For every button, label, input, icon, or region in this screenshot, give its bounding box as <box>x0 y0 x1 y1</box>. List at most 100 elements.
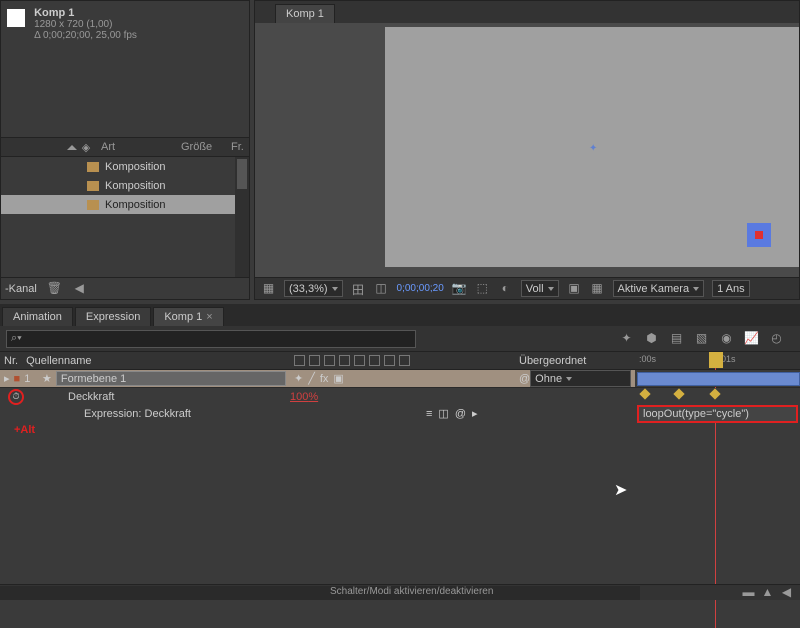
project-item-row[interactable]: Komposition <box>1 195 235 214</box>
keyframe-track[interactable] <box>635 388 800 405</box>
search-input[interactable]: ⌕▾ <box>6 330 416 348</box>
composition-canvas[interactable]: ✦ <box>385 27 799 267</box>
expr-graph-icon[interactable]: ◫ <box>438 407 448 420</box>
project-list-header: ◈ Art Größe Fr. <box>1 137 249 157</box>
size-column-header[interactable]: Größe <box>175 141 225 153</box>
viewer-canvas-area[interactable]: ✦ <box>255 23 799 277</box>
roi-icon[interactable]: ▣ <box>567 281 582 296</box>
pickwhip-icon[interactable]: @ <box>519 373 530 385</box>
composition-viewer: Komp 1 ✦ ▦ (33,3%) 田 ◫ 0;00;00;20 📷 ⬚ ◐ … <box>254 0 800 300</box>
project-item-row[interactable]: Komposition <box>1 176 235 195</box>
alt-hint-annotation: +Alt <box>14 424 35 436</box>
timeline-tabs: Animation Expression Komp 1 × <box>0 304 800 326</box>
chevron-down-icon <box>693 287 699 291</box>
horizontal-scrollbar[interactable] <box>0 586 640 600</box>
frame-blend-icon[interactable]: ▤ <box>669 331 684 346</box>
trash-icon[interactable]: 🗑 <box>47 281 62 296</box>
brainstorm-icon[interactable]: ◉ <box>719 331 734 346</box>
switch-icon[interactable] <box>384 355 395 366</box>
zoom-in-icon[interactable]: ▲ <box>760 585 775 600</box>
layer-row[interactable]: ▸■1 ★Formebene 1 ✦╱fx▣ @Ohne <box>0 370 800 388</box>
parent-dropdown[interactable]: Ohne <box>530 370 631 387</box>
layer-duration-bar[interactable] <box>637 372 800 386</box>
switch-icon[interactable] <box>309 355 320 366</box>
scrollbar-thumb[interactable] <box>237 159 247 189</box>
source-header[interactable]: Quellenname <box>26 355 91 367</box>
tab-label: Komp 1 <box>164 311 202 323</box>
project-item-row[interactable]: Komposition <box>1 157 235 176</box>
graph-editor-icon[interactable]: 📈 <box>744 331 759 346</box>
timeline-tab[interactable]: Expression <box>75 307 151 326</box>
layer-name-field[interactable]: Formebene 1 <box>56 371 286 386</box>
parent-header: Übergeordnet <box>519 355 586 367</box>
switch-icon[interactable]: ╱ <box>308 372 315 385</box>
comp-name: Komp 1 <box>34 7 137 19</box>
time-ruler[interactable]: :00s 01s <box>635 352 800 369</box>
keyframe-icon[interactable] <box>639 388 650 399</box>
status-text: Schalter/Modi aktivieren/deaktivieren <box>330 586 493 597</box>
timeline-panel: Animation Expression Komp 1× ⌕▾ ✦ ⬢ ▤ ▧ … <box>0 304 800 600</box>
snapshot-icon[interactable]: ▦ <box>261 281 276 296</box>
comp-info: Komp 1 1280 x 720 (1,00) Δ 0;00;20;00, 2… <box>1 1 249 47</box>
anchor-point-icon: ✦ <box>589 143 597 151</box>
switch-icon[interactable] <box>324 355 335 366</box>
property-name[interactable]: Deckkraft <box>68 391 114 403</box>
resolution-dropdown[interactable]: Voll <box>521 280 559 297</box>
expression-field[interactable]: loopOut(type="cycle") <box>637 405 798 423</box>
switch-icon[interactable]: fx <box>320 373 329 385</box>
zoom-value: (33,3%) <box>289 283 328 295</box>
expr-enable-icon[interactable]: ≡ <box>426 408 432 420</box>
mask-icon[interactable]: ◫ <box>374 281 389 296</box>
camera-dropdown[interactable]: Aktive Kamera <box>613 280 705 297</box>
timeline-tab[interactable]: Animation <box>2 307 73 326</box>
zoom-dropdown[interactable]: (33,3%) <box>284 280 343 297</box>
motion-blur-icon[interactable]: ▧ <box>694 331 709 346</box>
item-type: Komposition <box>105 180 166 192</box>
comp-duration: Δ 0;00;20;00, 25,00 fps <box>34 30 137 41</box>
switch-icon[interactable] <box>294 355 305 366</box>
fps-column-header[interactable]: Fr. <box>225 141 245 153</box>
switch-icon[interactable]: ✦ <box>294 372 303 385</box>
keyframe-icon[interactable] <box>709 388 720 399</box>
expr-language-icon[interactable]: ▸ <box>472 407 478 420</box>
layer-name: Formebene 1 <box>61 373 126 385</box>
chevron-down-icon <box>548 287 554 291</box>
region-icon[interactable]: ⬚ <box>475 281 490 296</box>
twirl-icon[interactable]: ▸ <box>4 372 10 385</box>
current-time-indicator[interactable] <box>709 352 723 368</box>
switch-icon[interactable] <box>399 355 410 366</box>
switch-icon[interactable] <box>339 355 350 366</box>
switch-icon[interactable] <box>354 355 365 366</box>
switch-icon[interactable]: ▣ <box>333 372 343 385</box>
viewer-tab[interactable]: Komp 1 <box>275 4 335 23</box>
shape-layer-object[interactable] <box>747 223 771 247</box>
prev-icon[interactable]: ◀ <box>72 281 87 296</box>
switch-icon[interactable] <box>369 355 380 366</box>
views-dropdown[interactable]: 1 Ans <box>712 280 750 297</box>
nav-prev-icon[interactable]: ◀ <box>779 585 794 600</box>
zoom-out-icon[interactable]: ▬ <box>741 585 756 600</box>
property-value[interactable]: 100 <box>290 391 308 403</box>
expr-pickwhip-icon[interactable]: @ <box>455 408 466 420</box>
timeline-tab[interactable]: Komp 1 × <box>153 307 223 326</box>
chevron-down-icon <box>566 377 572 381</box>
expression-label[interactable]: Expression: Deckkraft <box>84 408 191 420</box>
ruler-tick: :00s <box>639 352 656 369</box>
comp-thumbnail[interactable] <box>7 9 25 27</box>
camera-icon[interactable]: 📷 <box>452 281 467 296</box>
project-scrollbar[interactable] <box>235 157 249 277</box>
current-timecode[interactable]: 0;00;00;20 <box>397 283 444 294</box>
type-column-header[interactable]: Art <box>95 141 175 153</box>
keyframe-icon[interactable] <box>673 388 684 399</box>
render-icon[interactable]: ◴ <box>769 331 784 346</box>
draft3d-icon[interactable]: ⬢ <box>644 331 659 346</box>
label-icon[interactable]: ◈ <box>77 141 95 154</box>
sort-column[interactable] <box>5 145 77 150</box>
shy-icon[interactable]: ✦ <box>619 331 634 346</box>
stopwatch-icon[interactable]: ⏱ <box>8 389 24 405</box>
viewer-tab-bar: Komp 1 <box>255 1 799 23</box>
grid-icon[interactable]: 田 <box>351 281 366 296</box>
grid2-icon[interactable]: ▦ <box>590 281 605 296</box>
close-icon[interactable]: × <box>206 311 212 323</box>
transparency-icon[interactable]: ◐ <box>498 281 513 296</box>
